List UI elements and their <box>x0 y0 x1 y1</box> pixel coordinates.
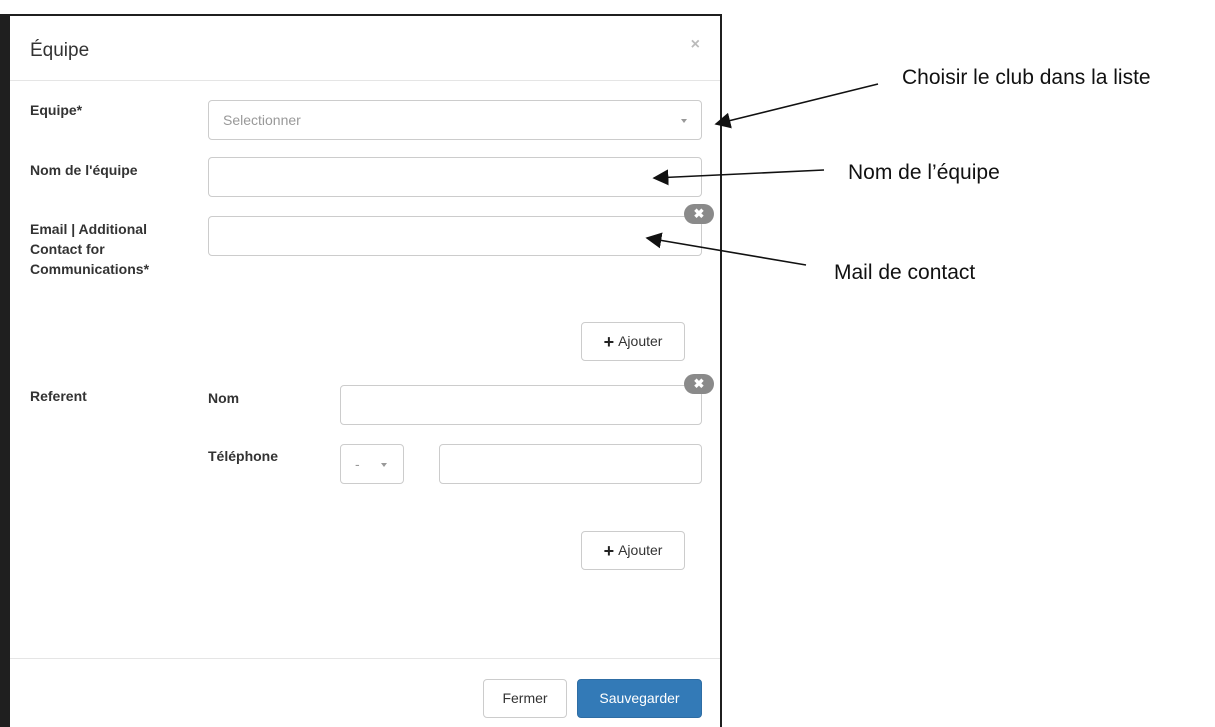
arrow-club <box>714 83 879 129</box>
arrow-team-name <box>652 169 825 186</box>
annotation-arrows <box>645 83 879 266</box>
arrow-mail <box>645 232 807 266</box>
